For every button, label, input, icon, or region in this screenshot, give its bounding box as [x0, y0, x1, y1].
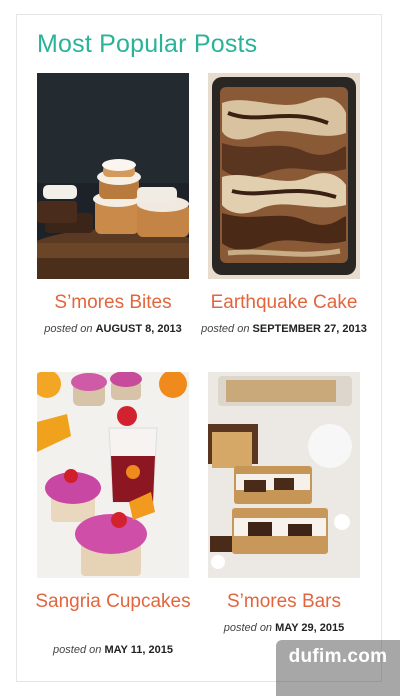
post-date-label: posted on: [223, 622, 273, 634]
post-date-value: SEPTEMBER 27, 2013: [252, 323, 367, 335]
post-date-label: posted on: [53, 644, 102, 656]
post-item-smores-bites: S’mores Bites posted on AUGUST 8, 2013: [37, 73, 189, 343]
post-item-smores-bars: S’mores Bars posted on MAY 29, 2015: [208, 372, 360, 642]
post-date: posted on MAY 11, 2015: [29, 642, 197, 659]
post-date-label: posted on: [44, 323, 93, 335]
post-date: posted on SEPTEMBER 27, 2013: [200, 321, 368, 338]
post-date-value: MAY 11, 2015: [104, 644, 173, 656]
site-watermark: dufim.com: [276, 640, 400, 696]
post-date-value: MAY 29, 2015: [275, 622, 345, 634]
post-item-sangria-cupcakes: Sangria Cupcakes posted on MAY 11, 2015: [35, 372, 191, 662]
post-thumbnail-earthquake-cake[interactable]: [208, 73, 360, 279]
post-date: posted on MAY 29, 2015: [200, 620, 368, 637]
post-date-label: posted on: [201, 323, 250, 335]
post-title-link[interactable]: Sangria Cupcakes: [29, 591, 197, 613]
post-title-link[interactable]: S’mores Bites: [29, 292, 197, 314]
post-title-link[interactable]: S’mores Bars: [200, 591, 368, 613]
post-thumbnail-smores-bars[interactable]: [208, 372, 360, 578]
post-thumbnail-smores-bites[interactable]: [37, 73, 189, 279]
widget-title: Most Popular Posts: [37, 30, 258, 58]
watermark-text: dufim.com: [288, 646, 388, 667]
post-item-earthquake-cake: Earthquake Cake posted on SEPTEMBER 27, …: [201, 73, 367, 363]
post-title-link[interactable]: Earthquake Cake: [200, 292, 368, 314]
post-date: posted on AUGUST 8, 2013: [29, 321, 197, 338]
post-thumbnail-sangria-cupcakes[interactable]: [37, 372, 189, 578]
post-date-value: AUGUST 8, 2013: [95, 323, 182, 335]
